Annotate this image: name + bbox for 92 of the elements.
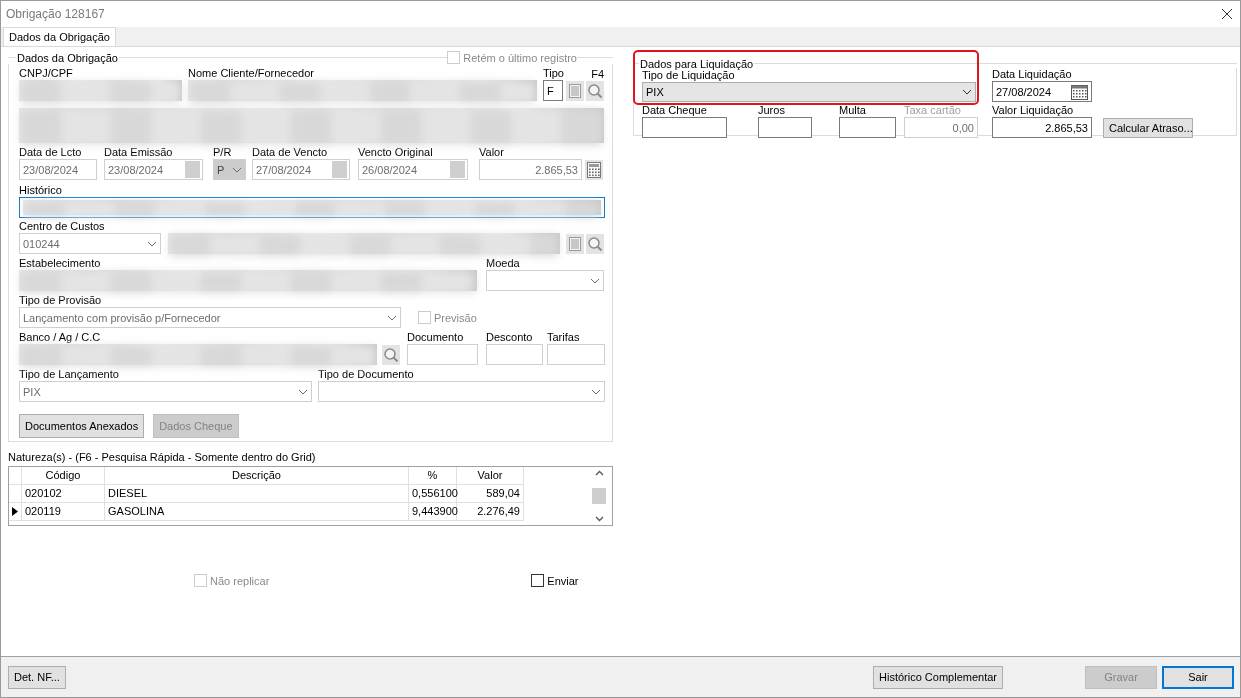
interest-field[interactable] [758, 117, 812, 138]
field-label: Banco / Ag / C.C [19, 331, 101, 344]
table-cell: GASOLINA [105, 503, 409, 521]
checkbox[interactable] [531, 574, 545, 587]
calculate-delay-button[interactable]: Calcular Atraso... [1103, 118, 1193, 138]
grid-caption: Natureza(s) - (F6 - Pesquisa Rápida - Somente dentro do Grid) [8, 451, 317, 464]
column-header[interactable]: Código [22, 467, 105, 485]
field-label: Taxa cartão [904, 104, 961, 117]
table-cell: 020102 [22, 485, 105, 503]
field-label: Tipo de Liquidação [642, 69, 735, 82]
search-icon[interactable] [586, 81, 604, 101]
search-icon[interactable] [382, 345, 400, 365]
scroll-up-icon[interactable] [594, 470, 604, 476]
check-date-field[interactable] [642, 117, 727, 138]
field-label: Tarifas [547, 331, 580, 344]
tipo-field[interactable]: F [543, 80, 563, 101]
group-title: Dados da Obrigação [16, 51, 119, 64]
chevron-down-icon [147, 240, 157, 247]
chevron-down-icon [298, 388, 308, 395]
footer-button[interactable]: Det. NF... [8, 665, 66, 689]
row-indicator[interactable] [9, 503, 22, 521]
field-label: Tipo [543, 67, 564, 80]
chevron-down-icon [387, 314, 397, 321]
field-label: CNPJ/CPF [19, 67, 73, 80]
chevron-down-icon [962, 89, 972, 95]
field-label: Centro de Custos [19, 220, 105, 233]
tab[interactable]: Dados da Obrigação [3, 27, 116, 46]
field-label: Nome Cliente/Fornecedor [188, 67, 314, 80]
value-field[interactable]: 2.865,53 [479, 159, 582, 180]
calculator-icon[interactable] [585, 160, 603, 180]
date-field[interactable]: 27/08/2024 [252, 159, 350, 180]
footer-button[interactable]: Sair [1162, 665, 1234, 689]
entry-type-select[interactable]: PIX [19, 381, 312, 402]
liquidation-value-field[interactable]: 2.865,53 [992, 117, 1092, 138]
chevron-down-icon [591, 388, 601, 395]
field-label: F4 [591, 68, 604, 81]
field-label: Tipo de Provisão [19, 294, 102, 307]
fine-field[interactable] [839, 117, 896, 138]
table-cell: 0,556100 [409, 485, 457, 503]
field-label: Juros [758, 104, 785, 117]
date-field[interactable]: 23/08/2024 [19, 159, 97, 180]
field-label: Data Liquidação [992, 68, 1072, 81]
table-cell: 9,443900 [409, 503, 457, 521]
table-cell: 020119 [22, 503, 105, 521]
field-label: Valor Liquidação [992, 104, 1074, 117]
field-label: Multa [839, 104, 866, 117]
field-label: Data de Lcto [19, 146, 82, 159]
grid-corner [9, 467, 22, 485]
list-icon[interactable] [566, 81, 584, 101]
cost-center-select[interactable]: 010244 [19, 233, 161, 254]
column-header[interactable]: Valor [457, 467, 524, 485]
close-icon[interactable] [1222, 9, 1232, 19]
form-button[interactable]: Documentos Anexados [19, 414, 145, 438]
field-label: Tipo de Lançamento [19, 368, 119, 381]
field-label: Histórico [19, 184, 62, 197]
table-cell: 2.276,49 [457, 503, 524, 521]
field-label: Desconto [486, 331, 533, 344]
field-label: Data de Vencto [252, 146, 328, 159]
field-label: Data Cheque [642, 104, 707, 117]
date-field[interactable]: 27/08/2024 [992, 81, 1092, 102]
field-label: P/R [213, 146, 232, 159]
field-label: Documento [407, 331, 464, 344]
field-label: Data Emissão [104, 146, 173, 159]
date-field[interactable]: 23/08/2024 [104, 159, 203, 180]
date-field[interactable]: 26/08/2024 [358, 159, 468, 180]
pr-select[interactable]: P [213, 159, 246, 180]
chevron-down-icon [232, 166, 242, 173]
calendar-icon[interactable] [1071, 83, 1088, 100]
column-header[interactable]: % [409, 467, 457, 485]
search-icon[interactable] [586, 234, 604, 254]
history-field[interactable] [19, 197, 605, 218]
table-cell: DIESEL [105, 485, 409, 503]
table-cell: 589,04 [457, 485, 524, 503]
group-title: Dados para Liquidação [639, 57, 755, 70]
list-icon[interactable] [566, 234, 584, 254]
option-checkbox[interactable]: Enviar [531, 574, 579, 587]
scroll-down-icon[interactable] [594, 516, 604, 522]
provision-type-select[interactable]: Lançamento com provisão p/Fornecedor [19, 307, 401, 328]
fees-field[interactable] [547, 344, 605, 365]
field-label: Vencto Original [358, 146, 433, 159]
field-label: Tipo de Documento [318, 368, 414, 381]
discount-field[interactable] [486, 344, 543, 365]
window-title: Obrigação 128167 [6, 7, 105, 21]
footer-button[interactable]: Histórico Complementar [873, 665, 1003, 689]
liquidation-type-select[interactable]: PIX [642, 82, 976, 102]
chevron-down-icon [590, 277, 600, 284]
field-label: Estabelecimento [19, 257, 101, 270]
field-label: Moeda [486, 257, 520, 270]
scroll-thumb[interactable] [592, 488, 606, 504]
column-header[interactable]: Descrição [105, 467, 409, 485]
document-field[interactable] [407, 344, 478, 365]
field-label: Valor [479, 146, 504, 159]
